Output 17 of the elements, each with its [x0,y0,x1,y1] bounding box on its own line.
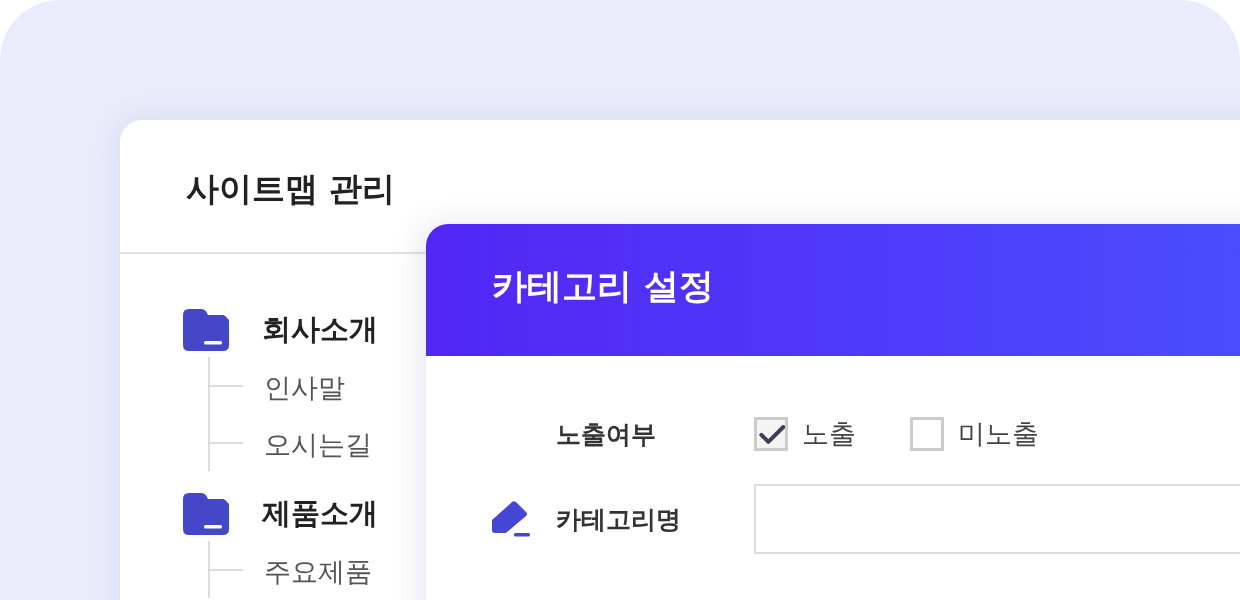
tree-folder-label[interactable]: 제품소개 [262,494,378,534]
checkbox[interactable] [910,417,944,451]
pencil-icon [492,500,530,538]
field-label: 노출여부 [556,418,657,451]
dialog-title: 카테고리 설정 [492,264,715,308]
field-label: 카테고리명 [556,503,682,536]
tree-item[interactable]: 오시는길 [264,422,372,463]
tree-folder-label[interactable]: 회사소개 [262,310,378,350]
panel-title: 사이트맵 관리 [186,167,396,210]
tree-item[interactable]: 주요제품 [264,549,372,590]
checkbox[interactable] [754,417,788,451]
checkbox-label: 미노출 [958,417,1039,451]
tree-item[interactable]: 인사말 [264,365,345,406]
checkbox-label: 노출 [802,417,856,451]
input-field[interactable] [754,484,1240,554]
folder-icon [183,493,229,535]
folder-icon [183,309,229,351]
